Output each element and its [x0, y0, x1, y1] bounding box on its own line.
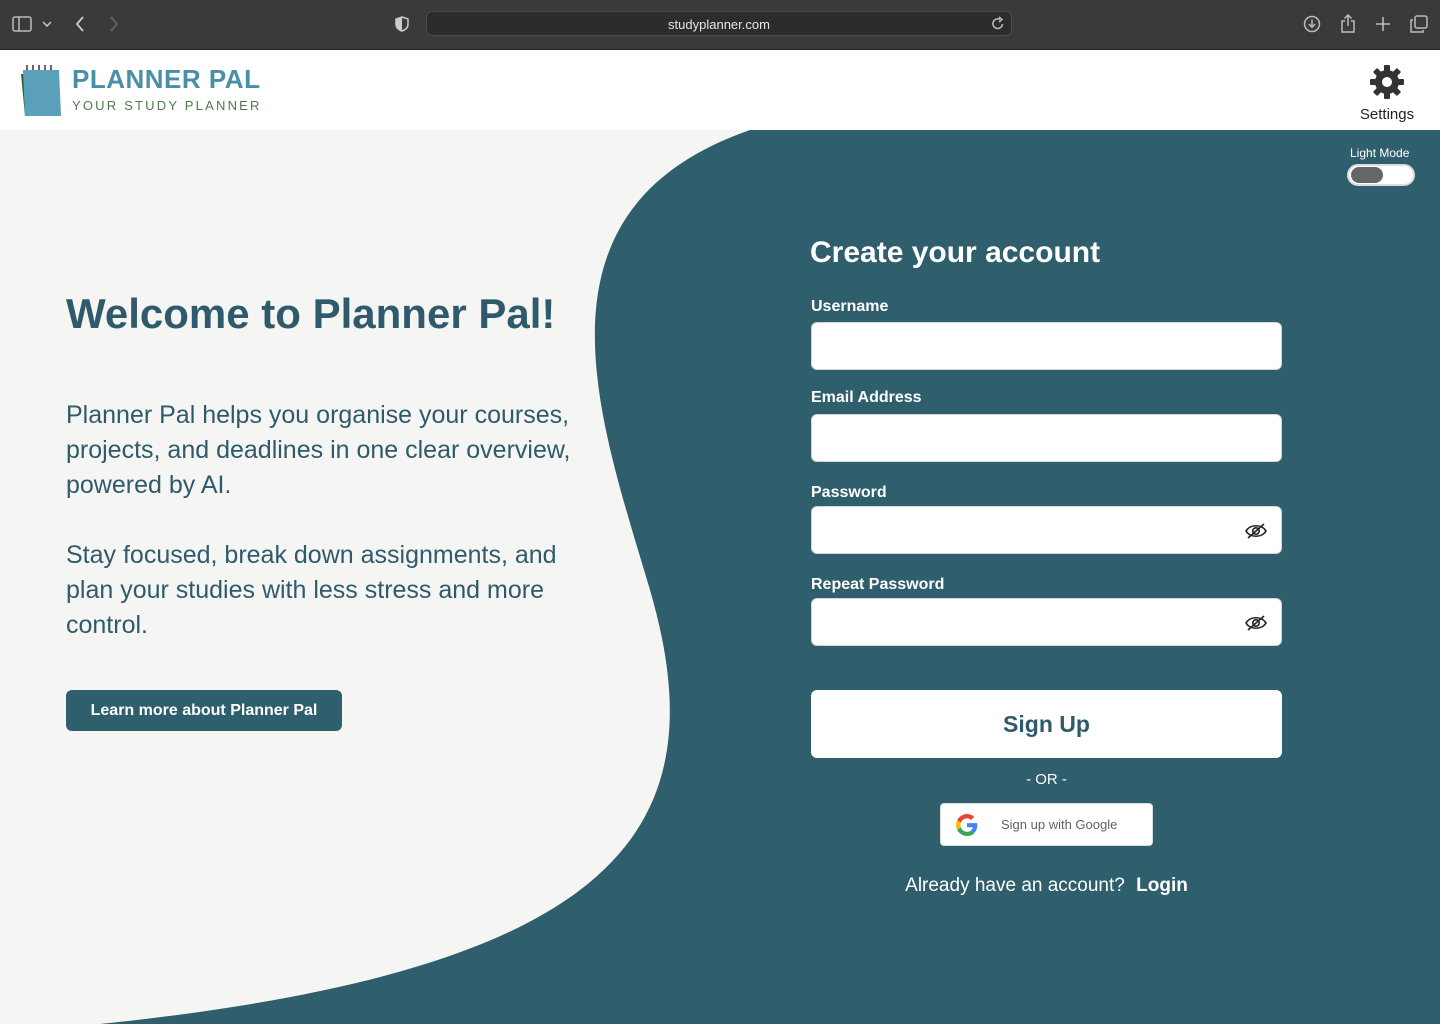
privacy-shield-icon[interactable]: [390, 12, 414, 36]
username-label: Username: [811, 298, 889, 315]
login-prompt-text: Already have an account?: [905, 875, 1125, 896]
form-title: Create your account: [810, 236, 1101, 269]
reload-icon[interactable]: [991, 15, 1005, 35]
chevron-down-icon[interactable]: [36, 12, 58, 36]
toggle-knob: [1351, 167, 1383, 183]
share-icon[interactable]: [1336, 12, 1360, 36]
app-header: PLANNER PAL YOUR STUDY PLANNER Settings: [0, 50, 1440, 130]
browser-toolbar: studyplanner.com: [0, 0, 1440, 50]
login-link[interactable]: Login: [1136, 875, 1188, 896]
gear-icon: [1369, 65, 1405, 104]
theme-mode-toggle[interactable]: [1347, 164, 1415, 186]
repeat-password-input[interactable]: [811, 598, 1282, 646]
email-input[interactable]: [811, 414, 1282, 462]
login-prompt: Already have an account? Login: [811, 875, 1282, 897]
brand-tagline: YOUR STUDY PLANNER: [72, 98, 262, 113]
intro-paragraph: Planner Pal helps you organise your cour…: [66, 401, 571, 499]
eye-slash-icon[interactable]: [1245, 614, 1267, 632]
back-icon[interactable]: [68, 12, 92, 36]
password-label: Password: [811, 484, 887, 501]
new-tab-icon[interactable]: [1371, 12, 1395, 36]
google-logo-icon: [956, 814, 978, 840]
forward-icon[interactable]: [102, 12, 126, 36]
eye-slash-icon[interactable]: [1245, 522, 1267, 540]
settings-label: Settings: [1359, 106, 1415, 123]
repeat-password-label: Repeat Password: [811, 576, 945, 593]
theme-mode-label: Light Mode: [1350, 146, 1410, 160]
download-icon[interactable]: [1300, 12, 1324, 36]
welcome-title: Welcome to Planner Pal!: [66, 290, 556, 337]
email-label: Email Address: [811, 389, 922, 406]
password-input[interactable]: [811, 506, 1282, 554]
address-bar-url: studyplanner.com: [668, 17, 770, 32]
or-divider: - OR -: [1026, 771, 1067, 788]
brand-name: PLANNER PAL: [72, 64, 261, 94]
google-signup-button[interactable]: Sign up with Google: [940, 803, 1153, 846]
sign-up-button[interactable]: Sign Up: [811, 690, 1282, 758]
settings-button[interactable]: Settings: [1352, 64, 1422, 123]
google-signup-label: Sign up with Google: [1001, 817, 1118, 832]
tab-overview-icon[interactable]: [1407, 12, 1431, 36]
learn-more-button[interactable]: Learn more about Planner Pal: [66, 690, 342, 731]
sidebar-toggle-icon[interactable]: [10, 12, 34, 36]
address-bar[interactable]: studyplanner.com: [426, 11, 1012, 36]
planner-notebook-icon: [19, 64, 63, 122]
main-content: Welcome to Planner Pal! Planner Pal help…: [0, 130, 1440, 1024]
intro-paragraph-secondary: Stay focused, break down assignments, an…: [66, 541, 557, 639]
username-input[interactable]: [811, 322, 1282, 370]
